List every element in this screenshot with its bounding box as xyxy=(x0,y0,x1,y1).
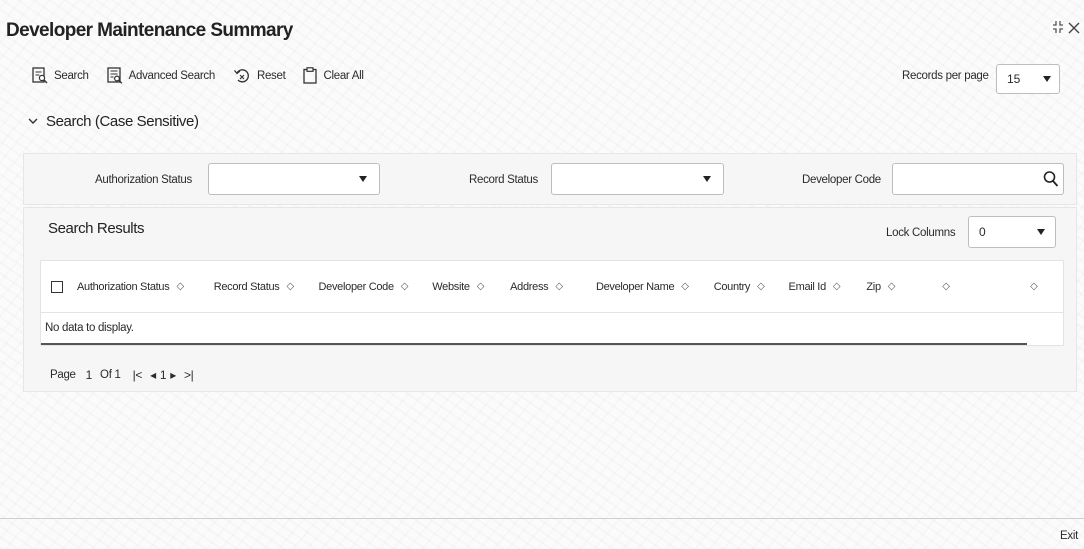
sort-icon: ◇ xyxy=(942,281,950,292)
collapse-icon[interactable] xyxy=(1052,20,1064,37)
column-header-zip[interactable]: Zip ◇ xyxy=(866,281,935,293)
clear-all-button-label: Clear All xyxy=(323,69,364,82)
sort-icon: ◇ xyxy=(757,281,765,292)
first-page-icon[interactable]: |< xyxy=(133,368,143,382)
chevron-down-icon xyxy=(1043,76,1051,82)
page-title: Developer Maintenance Summary xyxy=(6,20,293,41)
lock-columns-label: Lock Columns xyxy=(886,227,956,239)
page-of-label: Of 1 xyxy=(100,369,121,381)
close-icon[interactable] xyxy=(1068,21,1080,37)
search-results-title: Search Results xyxy=(48,220,145,237)
advanced-search-button[interactable]: Advanced Search xyxy=(106,67,216,84)
chevron-down-icon xyxy=(28,116,38,128)
sort-icon: ◇ xyxy=(476,281,485,292)
column-header-address[interactable]: Address ◇ xyxy=(510,281,596,293)
chevron-down-icon xyxy=(703,176,711,182)
reset-button-label: Reset xyxy=(256,69,286,82)
clear-all-button[interactable]: Clear All xyxy=(303,67,364,84)
sort-icon: ◇ xyxy=(176,281,184,292)
toolbar: Search Advanced Search Reset Clear All xyxy=(32,67,382,84)
authorization-status-select[interactable] xyxy=(208,163,380,195)
no-data-message: No data to display. xyxy=(41,313,1027,345)
search-icon xyxy=(32,67,48,84)
exit-button[interactable]: Exit xyxy=(1060,530,1078,542)
prev-page-icon[interactable]: ◂ xyxy=(150,368,156,382)
magnifier-icon[interactable] xyxy=(1043,170,1059,188)
column-header-unnamed-2[interactable]: ◇ xyxy=(1023,281,1063,292)
record-status-select[interactable] xyxy=(551,163,724,195)
search-results-panel: Search Results Lock Columns 0 Authorizat… xyxy=(23,207,1077,392)
developer-code-input[interactable] xyxy=(892,163,1064,195)
reset-icon xyxy=(233,69,249,83)
search-panel: Authorization Status Record Status Devel… xyxy=(23,153,1077,205)
column-header-email-id[interactable]: Email Id ◇ xyxy=(789,281,867,293)
footer-divider xyxy=(0,518,1084,519)
table-header-row: Authorization Status ◇ Record Status ◇ Dev… xyxy=(41,261,1063,313)
current-page-input[interactable]: 1 xyxy=(86,368,93,382)
authorization-status-label: Authorization Status xyxy=(95,174,192,186)
column-header-website[interactable]: Website ◇ xyxy=(432,281,510,293)
window-controls xyxy=(1052,20,1080,37)
records-per-page-select[interactable]: 15 xyxy=(996,64,1060,94)
column-header-developer-name[interactable]: Developer Name ◇ xyxy=(596,281,714,293)
results-table: Authorization Status ◇ Record Status ◇ Dev… xyxy=(40,260,1064,346)
column-header-unnamed-1[interactable]: ◇ xyxy=(935,281,1023,292)
pagination: Page 1 Of 1 |< ◂ 1 ▸ >| xyxy=(50,368,194,382)
advanced-search-button-label: Advanced Search xyxy=(128,69,216,82)
sort-icon: ◇ xyxy=(286,281,295,292)
chevron-down-icon xyxy=(359,176,367,182)
search-section-toggle[interactable]: Search (Case Sensitive) xyxy=(28,113,199,130)
title-bar: Developer Maintenance Summary xyxy=(0,0,1084,48)
lock-columns-value: 0 xyxy=(979,225,986,239)
advanced-search-icon xyxy=(106,67,122,84)
search-section-title: Search (Case Sensitive) xyxy=(46,113,199,130)
sort-icon: ◇ xyxy=(887,281,896,292)
search-button-label: Search xyxy=(54,69,89,82)
last-page-icon[interactable]: >| xyxy=(184,368,194,382)
page-link[interactable]: 1 xyxy=(160,368,167,382)
sort-icon: ◇ xyxy=(681,281,689,292)
sort-icon: ◇ xyxy=(1030,281,1038,292)
column-header-country[interactable]: Country ◇ xyxy=(714,281,789,293)
chevron-down-icon xyxy=(1037,229,1045,235)
column-header-developer-code[interactable]: Developer Code ◇ xyxy=(319,281,433,293)
reset-button[interactable]: Reset xyxy=(233,67,286,84)
column-header-authorization-status[interactable]: Authorization Status ◇ xyxy=(77,281,214,293)
sort-icon: ◇ xyxy=(832,281,841,292)
sort-icon: ◇ xyxy=(555,281,563,292)
developer-code-label: Developer Code xyxy=(802,174,881,186)
lock-columns-select[interactable]: 0 xyxy=(968,216,1056,248)
next-page-icon[interactable]: ▸ xyxy=(170,368,176,382)
records-per-page-value: 15 xyxy=(1007,72,1021,86)
records-per-page-label: Records per page xyxy=(902,70,989,82)
select-all-checkbox[interactable] xyxy=(51,280,63,293)
page-label: Page xyxy=(50,369,76,381)
sort-icon: ◇ xyxy=(400,281,409,292)
search-button[interactable]: Search xyxy=(32,67,89,84)
record-status-label: Record Status xyxy=(469,174,538,186)
clear-all-icon xyxy=(303,67,318,84)
column-header-record-status[interactable]: Record Status ◇ xyxy=(214,281,319,293)
